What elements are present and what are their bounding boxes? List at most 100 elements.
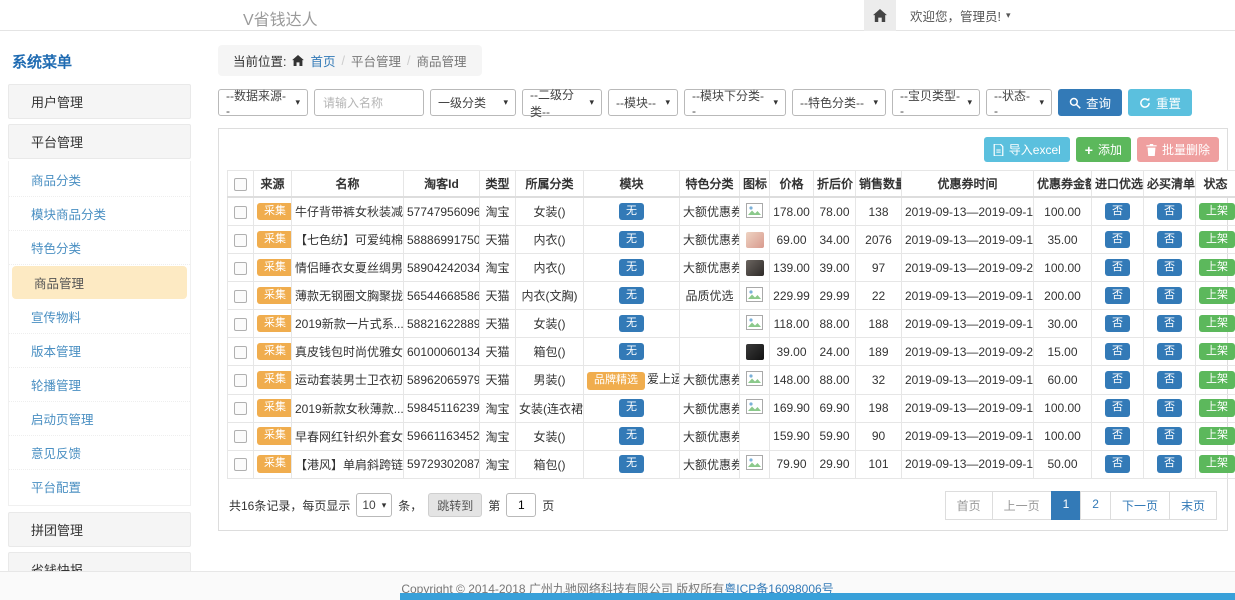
status-cell: 上架 bbox=[1196, 366, 1235, 395]
sidebar-item-1-0[interactable]: 商品分类 bbox=[9, 163, 190, 197]
item-type-select[interactable]: --宝贝类型--▾ bbox=[892, 89, 980, 116]
name-input[interactable] bbox=[314, 89, 424, 116]
status-badge[interactable]: 上架 bbox=[1199, 231, 1235, 249]
sidebar-item-1-4[interactable]: 宣传物料 bbox=[9, 300, 190, 334]
import-toggle-badge[interactable]: 否 bbox=[1105, 287, 1130, 305]
pager-button-首页[interactable]: 首页 bbox=[945, 491, 993, 520]
caret-down-icon: ▾ bbox=[1006, 10, 1011, 21]
icon-cell bbox=[740, 310, 770, 338]
import-toggle-badge[interactable]: 否 bbox=[1105, 343, 1130, 361]
row-checkbox[interactable] bbox=[234, 262, 247, 275]
status-badge[interactable]: 上架 bbox=[1199, 203, 1235, 221]
import-excel-button[interactable]: 导入excel bbox=[984, 137, 1070, 162]
pager-button-2[interactable]: 2 bbox=[1080, 491, 1111, 520]
row-checkbox[interactable] bbox=[234, 458, 247, 471]
row-checkbox[interactable] bbox=[234, 206, 247, 219]
row-select-cell bbox=[228, 282, 254, 310]
status-badge[interactable]: 上架 bbox=[1199, 343, 1235, 361]
pager-button-1[interactable]: 1 bbox=[1051, 491, 1082, 520]
row-checkbox[interactable] bbox=[234, 318, 247, 331]
sidebar-item-1-6[interactable]: 轮播管理 bbox=[9, 368, 190, 402]
sidebar-group-1[interactable]: 平台管理 bbox=[8, 124, 191, 159]
select-all-checkbox[interactable] bbox=[234, 178, 247, 191]
must-buy-toggle-badge[interactable]: 否 bbox=[1157, 343, 1182, 361]
jump-button[interactable]: 跳转到 bbox=[428, 493, 482, 517]
feature-category-select[interactable]: --特色分类--▾ bbox=[792, 89, 886, 116]
search-button[interactable]: 查询 bbox=[1058, 89, 1122, 116]
source-cell: 采集 bbox=[254, 338, 292, 366]
must-buy-toggle-badge[interactable]: 否 bbox=[1157, 315, 1182, 333]
status-badge[interactable]: 上架 bbox=[1199, 287, 1235, 305]
status-badge[interactable]: 上架 bbox=[1199, 427, 1235, 445]
must-buy-toggle-badge[interactable]: 否 bbox=[1157, 287, 1182, 305]
pager-button-下一页[interactable]: 下一页 bbox=[1110, 491, 1170, 520]
price-cell: 159.90 bbox=[770, 422, 814, 450]
status-select[interactable]: --状态--▾ bbox=[986, 89, 1052, 116]
row-checkbox[interactable] bbox=[234, 430, 247, 443]
category-cell: 男装() bbox=[516, 366, 584, 395]
discount-price-cell: 39.00 bbox=[814, 254, 856, 282]
level2-category-select[interactable]: --二级分类--▾ bbox=[522, 89, 602, 116]
module-select[interactable]: --模块--▾ bbox=[608, 89, 678, 116]
sidebar-item-1-8[interactable]: 意见反馈 bbox=[9, 436, 190, 470]
coupon-time-cell: 2019-09-13—2019-09-17 bbox=[902, 422, 1034, 450]
caret-down-icon: ▾ bbox=[773, 97, 778, 108]
sidebar-item-1-5[interactable]: 版本管理 bbox=[9, 334, 190, 368]
row-checkbox[interactable] bbox=[234, 374, 247, 387]
sidebar-item-1-2[interactable]: 特色分类 bbox=[9, 231, 190, 265]
sidebar-item-1-3[interactable]: 商品管理 bbox=[12, 266, 187, 299]
reset-button[interactable]: 重置 bbox=[1128, 89, 1192, 116]
status-badge[interactable]: 上架 bbox=[1199, 455, 1235, 473]
table-row: 采集【港风】单肩斜跨链条...597293020870淘宝箱包()无大额优惠券7… bbox=[228, 450, 1235, 478]
row-select-cell bbox=[228, 450, 254, 478]
per-page-select[interactable]: 10 ▾ bbox=[356, 493, 392, 517]
sidebar-item-1-1[interactable]: 模块商品分类 bbox=[9, 197, 190, 231]
row-checkbox[interactable] bbox=[234, 402, 247, 415]
page-number-input[interactable] bbox=[506, 493, 536, 517]
module-subcategory-select[interactable]: --模块下分类--▾ bbox=[684, 89, 786, 116]
import-toggle-badge[interactable]: 否 bbox=[1105, 455, 1130, 473]
pager-button-上一页[interactable]: 上一页 bbox=[992, 491, 1052, 520]
status-badge[interactable]: 上架 bbox=[1199, 371, 1235, 389]
import-toggle-badge[interactable]: 否 bbox=[1105, 315, 1130, 333]
must-buy-toggle-badge[interactable]: 否 bbox=[1157, 371, 1182, 389]
sidebar: 系统菜单 用户管理平台管理商品分类模块商品分类特色分类商品管理宣传物料版本管理轮… bbox=[8, 45, 191, 600]
import-toggle-badge[interactable]: 否 bbox=[1105, 259, 1130, 277]
must-buy-toggle-badge[interactable]: 否 bbox=[1157, 203, 1182, 221]
must-buy-toggle-badge[interactable]: 否 bbox=[1157, 455, 1182, 473]
sidebar-group-2[interactable]: 拼团管理 bbox=[8, 512, 191, 547]
sidebar-item-1-7[interactable]: 启动页管理 bbox=[9, 402, 190, 436]
caret-down-icon: ▾ bbox=[382, 500, 387, 511]
sidebar-item-1-9[interactable]: 平台配置 bbox=[9, 470, 190, 503]
home-button[interactable] bbox=[864, 0, 896, 31]
sidebar-group-0[interactable]: 用户管理 bbox=[8, 84, 191, 119]
must-buy-toggle-badge[interactable]: 否 bbox=[1157, 231, 1182, 249]
import-toggle-badge[interactable]: 否 bbox=[1105, 427, 1130, 445]
must-buy-toggle-badge[interactable]: 否 bbox=[1157, 427, 1182, 445]
row-checkbox[interactable] bbox=[234, 346, 247, 359]
must-buy-toggle-badge[interactable]: 否 bbox=[1157, 399, 1182, 417]
import-toggle-badge[interactable]: 否 bbox=[1105, 399, 1130, 417]
import-toggle-badge[interactable]: 否 bbox=[1105, 371, 1130, 389]
status-badge[interactable]: 上架 bbox=[1199, 315, 1235, 333]
row-checkbox[interactable] bbox=[234, 290, 247, 303]
row-checkbox[interactable] bbox=[234, 234, 247, 247]
status-cell: 上架 bbox=[1196, 338, 1235, 366]
user-menu[interactable]: 欢迎您，管理员! ▾ bbox=[910, 6, 1011, 25]
data-source-select[interactable]: --数据来源--▾ bbox=[218, 89, 308, 116]
level1-category-select[interactable]: 一级分类▾ bbox=[430, 89, 516, 116]
pager-button-末页[interactable]: 末页 bbox=[1169, 491, 1217, 520]
row-select-cell bbox=[228, 310, 254, 338]
must-buy-toggle-badge[interactable]: 否 bbox=[1157, 259, 1182, 277]
home-icon bbox=[292, 55, 304, 66]
level1-category-select-value: 一级分类 bbox=[438, 94, 486, 111]
status-badge[interactable]: 上架 bbox=[1199, 259, 1235, 277]
import-toggle-badge[interactable]: 否 bbox=[1105, 203, 1130, 221]
batch-delete-button[interactable]: 批量删除 bbox=[1137, 137, 1219, 162]
breadcrumb-home-link[interactable]: 首页 bbox=[310, 51, 335, 70]
import-toggle-badge[interactable]: 否 bbox=[1105, 231, 1130, 249]
status-badge[interactable]: 上架 bbox=[1199, 399, 1235, 417]
add-button[interactable]: + 添加 bbox=[1076, 137, 1131, 162]
topbar: V省钱达人 欢迎您，管理员! ▾ bbox=[0, 0, 1235, 31]
broken-image-icon bbox=[746, 455, 763, 470]
